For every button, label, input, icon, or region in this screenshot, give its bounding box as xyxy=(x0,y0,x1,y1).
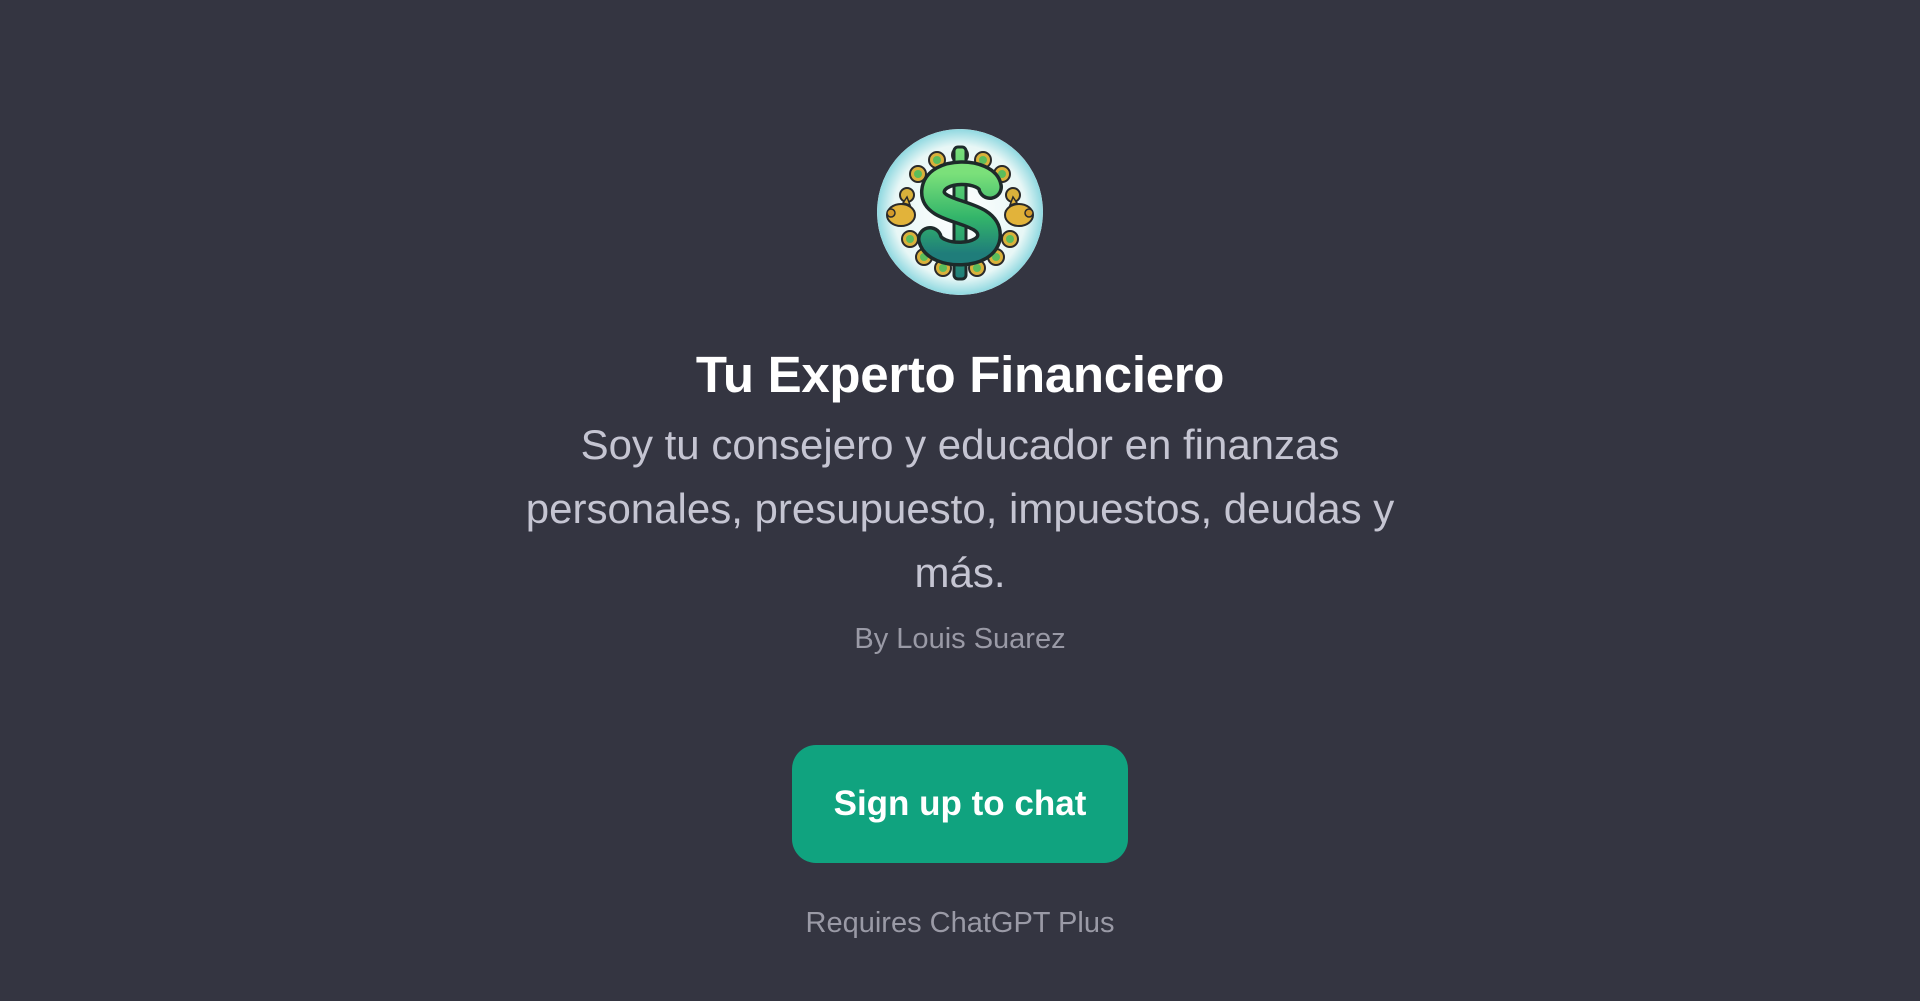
gpt-avatar xyxy=(877,129,1043,295)
sign-up-to-chat-button[interactable]: Sign up to chat xyxy=(792,745,1128,863)
gpt-description: Soy tu consejero y educador en finanzas … xyxy=(525,421,1395,596)
gpt-title: Tu Experto Financiero xyxy=(695,346,1225,403)
gpt-author: By Louis Suarez xyxy=(854,623,1066,655)
dollar-coin-wreath-icon xyxy=(877,129,1043,295)
requires-plus-note: Requires ChatGPT Plus xyxy=(805,907,1115,939)
gpt-landing-page: Tu Experto Financiero Soy tu consejero y… xyxy=(0,0,1920,1001)
